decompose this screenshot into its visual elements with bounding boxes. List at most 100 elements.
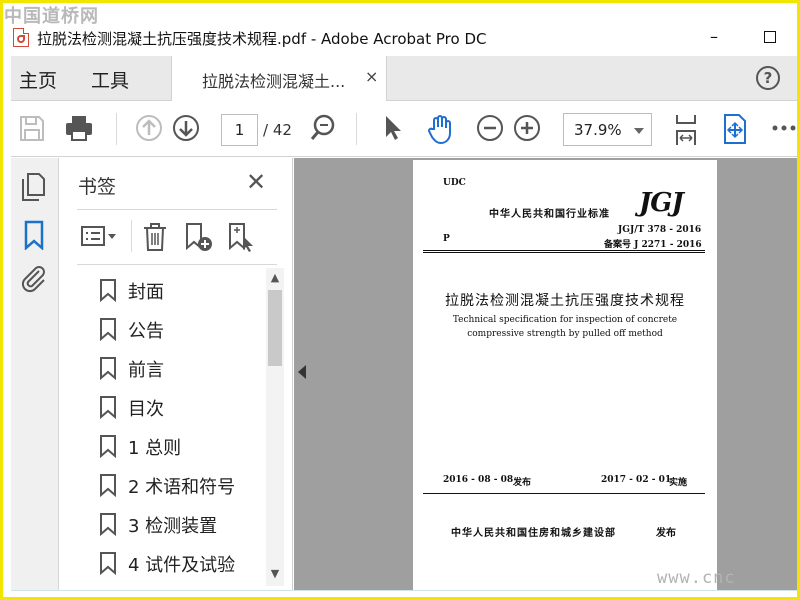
bookmarks-scrollbar[interactable]: ▲ ▼ <box>266 268 284 586</box>
bookmark-label: 公告 <box>128 321 164 342</box>
bookmarks-panel: 书签 ✕ 封面 公告 前言 目次 1 总则 2 术语和符号 3 检测装置 4 试… <box>60 158 293 590</box>
bookmark-icon <box>100 318 116 341</box>
delete-bookmark-icon[interactable] <box>142 222 168 252</box>
page-rule <box>423 252 705 253</box>
bookmark-item[interactable]: 3 检测装置 <box>77 509 265 539</box>
scroll-up-icon[interactable]: ▲ <box>269 272 281 284</box>
bookmark-icon <box>100 357 116 380</box>
page-jgj-logo: JGJ <box>639 188 684 218</box>
fit-page-icon[interactable] <box>672 113 700 147</box>
bookmark-label: 1 总则 <box>128 438 182 459</box>
scroll-mode-icon[interactable] <box>721 113 749 145</box>
document-tab[interactable]: 拉脱法检测混凝土... × <box>171 56 387 101</box>
bookmark-icon <box>100 396 116 419</box>
select-pointer-icon[interactable] <box>382 113 404 143</box>
page-title-english-line2: compressive strength by pulled off metho… <box>467 329 663 339</box>
page-issuer: 中华人民共和国住房和城乡建设部 <box>451 528 616 539</box>
watermark-bottom: www.cnc <box>657 568 736 588</box>
bookmark-label: 3 检测装置 <box>128 516 218 537</box>
bookmark-from-structure-icon[interactable] <box>227 222 257 252</box>
watermark-top: 中国道桥网 <box>4 6 99 27</box>
navigation-rail <box>11 158 59 590</box>
bookmarks-panel-title: 书签 <box>78 176 117 198</box>
tab-home[interactable]: 主页 <box>19 66 57 93</box>
bookmark-label: 目次 <box>128 399 164 420</box>
save-icon[interactable] <box>19 113 45 143</box>
more-tools-icon[interactable] <box>771 113 797 143</box>
tab-tools[interactable]: 工具 <box>91 66 129 93</box>
window-title: 拉脱法检测混凝土抗压强度技术规程.pdf - Adobe Acrobat Pro… <box>37 30 487 48</box>
page-publish-date: 2016 - 08 - 08 <box>443 475 514 485</box>
status-strip <box>11 590 797 597</box>
bookmark-item[interactable]: 封面 <box>77 275 265 305</box>
page-publish-label: 发布 <box>513 478 532 488</box>
page-thumbnails-icon[interactable] <box>20 172 48 202</box>
panel-divider <box>77 209 277 210</box>
title-bar: 中国道桥网 拉脱法检测混凝土抗压强度技术规程.pdf - Adobe Acrob… <box>0 0 800 56</box>
page-rule <box>423 493 705 494</box>
bookmark-label: 4 试件及试验 <box>128 555 236 576</box>
toolbar-separator <box>131 220 132 252</box>
bookmark-item[interactable]: 2 术语和符号 <box>77 470 265 500</box>
toolbar-separator <box>356 113 357 145</box>
pdf-page: UDC 中华人民共和国行业标准 JGJ P JGJ/T 378 - 2016 备… <box>413 160 717 590</box>
page-national-standard: 中华人民共和国行业标准 <box>489 209 610 220</box>
hand-tool-icon[interactable] <box>426 113 456 145</box>
previous-page-icon[interactable] <box>135 113 163 143</box>
attachments-icon[interactable] <box>19 263 49 293</box>
toolbar: 1 / 42 37.9% <box>11 101 797 157</box>
find-icon[interactable] <box>309 113 337 143</box>
bookmarks-toolbar <box>80 220 270 252</box>
page-standard-code: JGJ/T 378 - 2016 <box>618 225 702 235</box>
page-issuer-label: 发布 <box>656 528 676 539</box>
page-effective-label: 实施 <box>669 478 688 488</box>
chevron-down-icon <box>634 128 644 134</box>
help-icon[interactable]: ? <box>756 66 780 90</box>
bookmark-item[interactable]: 4 试件及试验 <box>77 548 265 578</box>
bookmark-icon <box>100 474 116 497</box>
page-rule <box>423 250 705 251</box>
close-panel-button[interactable]: ✕ <box>246 170 266 194</box>
page-effective-date: 2017 - 02 - 01 <box>601 475 672 485</box>
document-viewport[interactable]: UDC 中华人民共和国行业标准 JGJ P JGJ/T 378 - 2016 备… <box>294 158 797 590</box>
bookmark-icon <box>100 279 116 302</box>
options-menu-icon[interactable] <box>80 224 120 250</box>
pdf-file-icon <box>13 28 29 47</box>
scroll-down-icon[interactable]: ▼ <box>269 568 281 580</box>
bookmark-icon <box>100 552 116 575</box>
page-title-english-line1: Technical specification for inspection o… <box>452 315 678 325</box>
bookmark-item[interactable]: 目次 <box>77 392 265 422</box>
bookmark-item[interactable]: 前言 <box>77 353 265 383</box>
tab-bar: 主页 工具 拉脱法检测混凝土... × ? <box>11 56 797 101</box>
print-icon[interactable] <box>64 113 94 143</box>
page-category: P <box>443 234 450 244</box>
zoom-in-icon[interactable] <box>513 113 541 143</box>
bookmark-item[interactable]: 1 总则 <box>77 431 265 461</box>
page-total: / 42 <box>263 121 292 139</box>
page-filing-code: 备案号 J 2271 - 2016 <box>604 240 702 250</box>
maximize-button[interactable] <box>764 31 776 43</box>
zoom-select[interactable]: 37.9% <box>563 113 652 146</box>
zoom-value: 37.9% <box>574 121 622 139</box>
bookmark-icon <box>100 513 116 536</box>
bookmark-icon <box>100 435 116 458</box>
page-title-chinese: 拉脱法检测混凝土抗压强度技术规程 <box>445 293 685 309</box>
bookmark-item[interactable]: 公告 <box>77 314 265 344</box>
document-tab-label: 拉脱法检测混凝土... <box>202 72 346 91</box>
bookmarks-list: 封面 公告 前言 目次 1 总则 2 术语和符号 3 检测装置 4 试件及试验 <box>77 270 265 588</box>
scrollbar-thumb[interactable] <box>268 290 282 366</box>
zoom-out-icon[interactable] <box>476 113 504 143</box>
panel-divider <box>77 264 277 265</box>
toolbar-separator <box>116 113 117 145</box>
bookmark-label: 2 术语和符号 <box>128 477 236 498</box>
close-tab-button[interactable]: × <box>365 67 378 86</box>
collapse-panel-icon[interactable] <box>298 365 306 379</box>
page-number-input[interactable]: 1 <box>221 114 258 146</box>
next-page-icon[interactable] <box>172 113 200 143</box>
bookmark-label: 前言 <box>128 360 164 381</box>
bookmark-label: 封面 <box>128 282 164 303</box>
new-bookmark-icon[interactable] <box>184 222 214 252</box>
bookmarks-icon[interactable] <box>22 220 46 250</box>
minimize-button[interactable]: – <box>705 27 723 47</box>
page-udc: UDC <box>443 178 466 188</box>
